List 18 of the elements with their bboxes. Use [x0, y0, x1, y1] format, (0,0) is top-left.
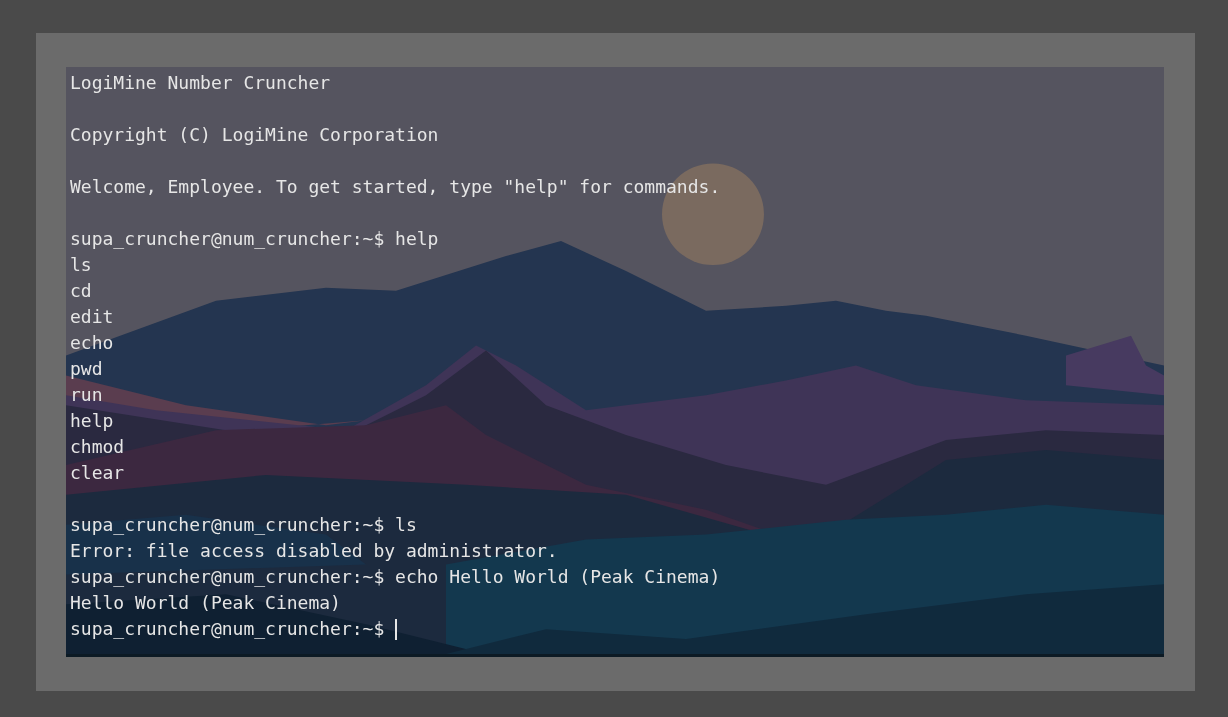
- terminal-line: edit: [70, 305, 114, 329]
- terminal-line: chmod: [70, 435, 125, 459]
- terminal-line: cd: [70, 279, 92, 303]
- terminal-line: Error: file access disabled by administrator.: [70, 539, 558, 563]
- command-prompt: supa_cruncher@num_cruncher:~$: [70, 617, 385, 641]
- terminal-line: Welcome, Employee. To get started, type "help" for commands.: [70, 175, 721, 199]
- terminal-line: ls: [70, 253, 92, 277]
- terminal-line: echo: [70, 331, 114, 355]
- terminal-line: supa_cruncher@num_cruncher:~$ echo Hello World (Peak Cinema): [70, 565, 721, 589]
- terminal-line: Hello World (Peak Cinema): [70, 591, 341, 615]
- terminal-line: pwd: [70, 357, 103, 381]
- terminal-line: clear: [70, 461, 125, 485]
- terminal-line: help: [70, 409, 114, 433]
- terminal-line: run: [70, 383, 103, 407]
- terminal-line: Copyright (C) LogiMine Corporation: [70, 123, 439, 147]
- terminal-line: supa_cruncher@num_cruncher:~$ ls: [70, 513, 417, 537]
- terminal-line: supa_cruncher@num_cruncher:~$ help: [70, 227, 439, 251]
- terminal-line: LogiMine Number Cruncher: [70, 71, 331, 95]
